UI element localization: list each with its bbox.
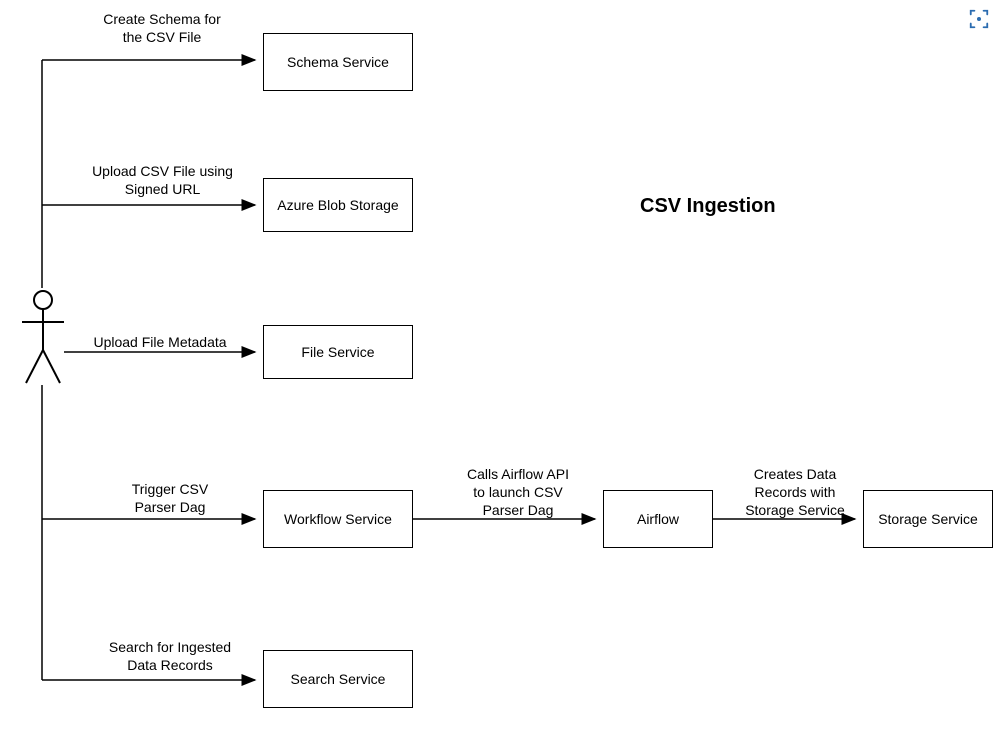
edge-label-upload-csv: Upload CSV File using Signed URL — [75, 162, 250, 198]
box-airflow: Airflow — [603, 490, 713, 548]
box-workflow-service: Workflow Service — [263, 490, 413, 548]
box-label: Workflow Service — [284, 511, 392, 527]
actor-user — [18, 288, 68, 393]
edge-label-search: Search for Ingested Data Records — [90, 638, 250, 674]
edge-label-line: the CSV File — [82, 28, 242, 46]
edge-label-line: Parser Dag — [448, 501, 588, 519]
edge-label-line: Data Records — [90, 656, 250, 674]
edge-label-line: Upload CSV File using — [75, 162, 250, 180]
edge-label-line: Upload File Metadata — [80, 333, 240, 351]
edge-label-line: Storage Service — [730, 501, 860, 519]
scan-icon — [968, 8, 990, 30]
box-label: Search Service — [291, 671, 386, 687]
edge-label-calls-airflow: Calls Airflow API to launch CSV Parser D… — [448, 465, 588, 520]
edge-label-upload-metadata: Upload File Metadata — [80, 333, 240, 351]
edge-label-line: to launch CSV — [448, 483, 588, 501]
edge-label-line: Trigger CSV — [110, 480, 230, 498]
edge-label-line: Signed URL — [75, 180, 250, 198]
edge-label-line: Parser Dag — [110, 498, 230, 516]
box-label: Azure Blob Storage — [277, 197, 398, 213]
edge-label-creates-data: Creates Data Records with Storage Servic… — [730, 465, 860, 520]
box-schema-service: Schema Service — [263, 33, 413, 91]
edge-label-trigger-csv: Trigger CSV Parser Dag — [110, 480, 230, 516]
edge-label-line: Records with — [730, 483, 860, 501]
edge-label-line: Search for Ingested — [90, 638, 250, 656]
edge-label-create-schema: Create Schema for the CSV File — [82, 10, 242, 46]
box-search-service: Search Service — [263, 650, 413, 708]
box-label: File Service — [301, 344, 374, 360]
box-label: Airflow — [637, 511, 679, 527]
box-label: Storage Service — [878, 511, 978, 527]
edge-label-line: Create Schema for — [82, 10, 242, 28]
diagram-connectors — [0, 0, 1002, 734]
box-storage-service: Storage Service — [863, 490, 993, 548]
box-azure-blob-storage: Azure Blob Storage — [263, 178, 413, 232]
edge-label-line: Creates Data — [730, 465, 860, 483]
diagram-title: CSV Ingestion — [640, 195, 776, 218]
edge-label-line: Calls Airflow API — [448, 465, 588, 483]
box-label: Schema Service — [287, 54, 389, 70]
box-file-service: File Service — [263, 325, 413, 379]
